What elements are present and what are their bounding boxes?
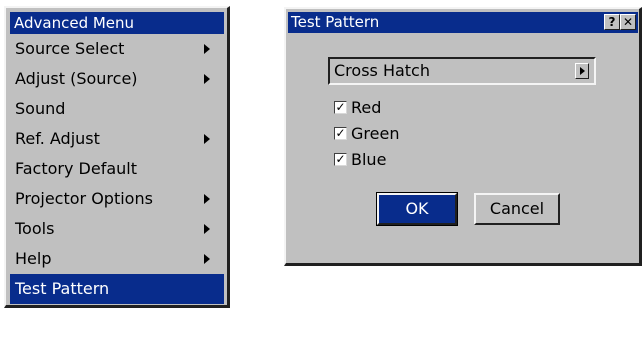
menu-item-label: Help [15, 249, 52, 268]
menu-item-label: Adjust (Source) [15, 69, 138, 88]
pattern-select-value: Cross Hatch [334, 61, 430, 80]
submenu-arrow-icon [204, 134, 210, 144]
close-icon[interactable]: ✕ [620, 14, 636, 30]
submenu-arrow-icon [204, 224, 210, 234]
checkbox-label: Blue [351, 150, 387, 169]
menu-item-factory-default[interactable]: Factory Default [10, 154, 224, 184]
check-icon[interactable]: ✓ [334, 153, 347, 166]
advanced-menu-title: Advanced Menu [10, 12, 224, 34]
menu-item-projector-options[interactable]: Projector Options [10, 184, 224, 214]
cancel-button[interactable]: Cancel [474, 193, 560, 225]
dropdown-arrow-icon[interactable] [575, 63, 589, 79]
menu-item-help[interactable]: Help [10, 244, 224, 274]
menu-item-label: Projector Options [15, 189, 153, 208]
check-icon[interactable]: ✓ [334, 127, 347, 140]
dialog-title-bar: Test Pattern ? ✕ [288, 12, 638, 33]
test-pattern-dialog: Test Pattern ? ✕ Cross Hatch ✓ Red ✓ Gre… [284, 7, 642, 266]
check-icon[interactable]: ✓ [334, 101, 347, 114]
pattern-select[interactable]: Cross Hatch [328, 57, 596, 85]
menu-item-tools[interactable]: Tools [10, 214, 224, 244]
advanced-menu: Advanced Menu Source Select Adjust (Sour… [4, 6, 230, 308]
menu-item-label: Ref. Adjust [15, 129, 100, 148]
menu-item-ref-adjust[interactable]: Ref. Adjust [10, 124, 224, 154]
menu-item-source-select[interactable]: Source Select [10, 34, 224, 64]
menu-item-adjust-source[interactable]: Adjust (Source) [10, 64, 224, 94]
checkbox-label: Green [351, 124, 400, 143]
menu-item-sound[interactable]: Sound [10, 94, 224, 124]
menu-item-label: Tools [15, 219, 55, 238]
help-icon[interactable]: ? [604, 14, 620, 30]
menu-item-label: Test Pattern [15, 279, 110, 298]
menu-item-test-pattern[interactable]: Test Pattern [10, 274, 224, 304]
menu-item-label: Sound [15, 99, 66, 118]
checkbox-label: Red [351, 98, 382, 117]
menu-item-label: Factory Default [15, 159, 137, 178]
submenu-arrow-icon [204, 194, 210, 204]
dialog-title: Test Pattern [291, 13, 380, 31]
submenu-arrow-icon [204, 44, 210, 54]
submenu-arrow-icon [204, 74, 210, 84]
menu-item-label: Source Select [15, 39, 125, 58]
submenu-arrow-icon [204, 254, 210, 264]
ok-button[interactable]: OK [376, 192, 458, 226]
